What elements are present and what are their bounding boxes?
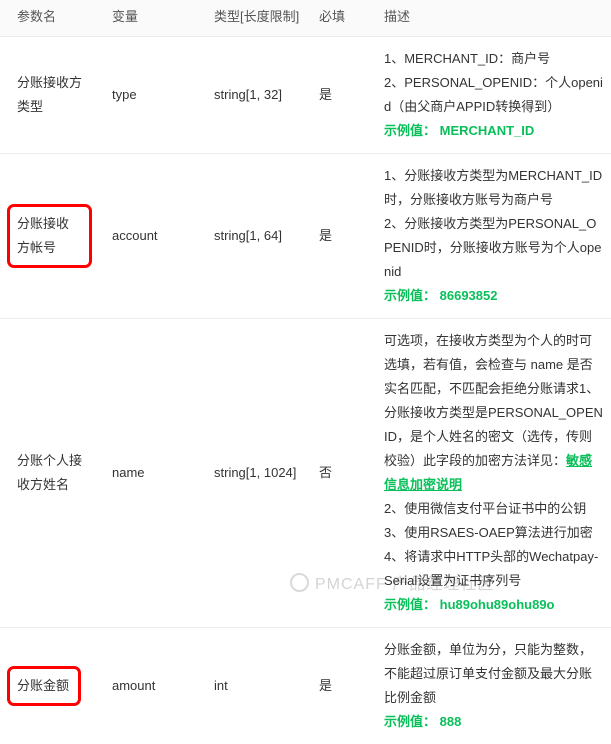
table-row: 分账金额 amount int 是 分账金额，单位为分，只能为整数，不能超过原订… [0,628,611,744]
description-line: 1、MERCHANT_ID：商户号 [384,47,603,71]
cell-param-name: 分账金额 [0,628,100,744]
cell-description: 分账金额，单位为分，只能为整数，不能超过原订单支付金额及最大分账比例金额 示例值… [376,628,611,744]
description-line: 2、分账接收方类型为PERSONAL_OPENID时，分账接收方账号为个人ope… [384,212,603,284]
example-label: 示例值： [384,123,436,138]
example-label: 示例值： [384,288,436,303]
description-line: 3、使用RSAES-OAEP算法进行加密 [384,521,603,545]
column-header-variable: 变量 [100,0,208,37]
cell-type: string[1, 1024] [208,319,313,628]
example-value-line: 示例值： 86693852 [384,284,603,308]
table-body: 分账接收方类型 type string[1, 32] 是 1、MERCHANT_… [0,37,611,744]
example-value-line: 示例值： hu89ohu89ohu89o [384,593,603,617]
cell-param-name: 分账个人接收方姓名 [0,319,100,628]
cell-description: 可选项，在接收方类型为个人的时可选填，若有值，会检查与 name 是否实名匹配，… [376,319,611,628]
cell-required: 是 [313,628,376,744]
column-header-param-name: 参数名 [0,0,100,37]
column-header-required: 必填 [313,0,376,37]
example-label: 示例值： [384,714,436,729]
example-value: hu89ohu89ohu89o [440,597,555,612]
example-value: 86693852 [440,288,498,303]
description-line: 2、使用微信支付平台证书中的公钥 [384,497,603,521]
cell-type: string[1, 32] [208,37,313,154]
cell-param-name: 分账接收方类型 [0,37,100,154]
description-line: 可选项，在接收方类型为个人的时可选填，若有值，会检查与 name 是否实名匹配，… [384,333,593,396]
parameter-table: 参数名 变量 类型[长度限制] 必填 描述 分账接收方类型 type strin… [0,0,611,744]
cell-description: 1、MERCHANT_ID：商户号 2、PERSONAL_OPENID：个人op… [376,37,611,154]
table-row: 分账接收方类型 type string[1, 32] 是 1、MERCHANT_… [0,37,611,154]
description-line: 分账金额，单位为分，只能为整数，不能超过原订单支付金额及最大分账比例金额 [384,638,603,710]
example-label: 示例值： [384,597,436,612]
table-header-row: 参数名 变量 类型[长度限制] 必填 描述 [0,0,611,37]
param-name-text: 分账个人接收方姓名 [17,449,92,497]
cell-variable: amount [100,628,208,744]
cell-required: 否 [313,319,376,628]
cell-variable: name [100,319,208,628]
example-value: MERCHANT_ID [440,123,535,138]
param-name-text: 分账接收方帐号 [17,216,69,255]
cell-param-name: 分账接收方帐号 [0,154,100,319]
description-line: 1、分账接收方类型为MERCHANT_ID时，分账接收方账号为商户号 [384,164,603,212]
cell-type: string[1, 64] [208,154,313,319]
cell-variable: account [100,154,208,319]
example-value-line: 示例值： MERCHANT_ID [384,119,603,143]
description-line: 4、将请求中HTTP头部的Wechatpay-Serial设置为证书序列号 [384,545,603,593]
column-header-type: 类型[长度限制] [208,0,313,37]
cell-variable: type [100,37,208,154]
highlight-box-account: 分账接收方帐号 [7,204,92,268]
cell-required: 是 [313,37,376,154]
cell-type: int [208,628,313,744]
highlight-box-amount: 分账金额 [7,666,81,706]
example-value-line: 示例值： 888 [384,710,603,734]
example-value: 888 [440,714,462,729]
table-row: 分账接收方帐号 account string[1, 64] 是 1、分账接收方类… [0,154,611,319]
param-name-text: 分账接收方类型 [17,71,92,119]
description-line: 2、PERSONAL_OPENID：个人openid（由父商户APPID转换得到… [384,71,603,119]
cell-required: 是 [313,154,376,319]
column-header-description: 描述 [376,0,611,37]
table-header: 参数名 变量 类型[长度限制] 必填 描述 [0,0,611,37]
table-row: 分账个人接收方姓名 name string[1, 1024] 否 可选项，在接收… [0,319,611,628]
param-name-text: 分账金额 [17,678,69,693]
cell-description: 1、分账接收方类型为MERCHANT_ID时，分账接收方账号为商户号 2、分账接… [376,154,611,319]
